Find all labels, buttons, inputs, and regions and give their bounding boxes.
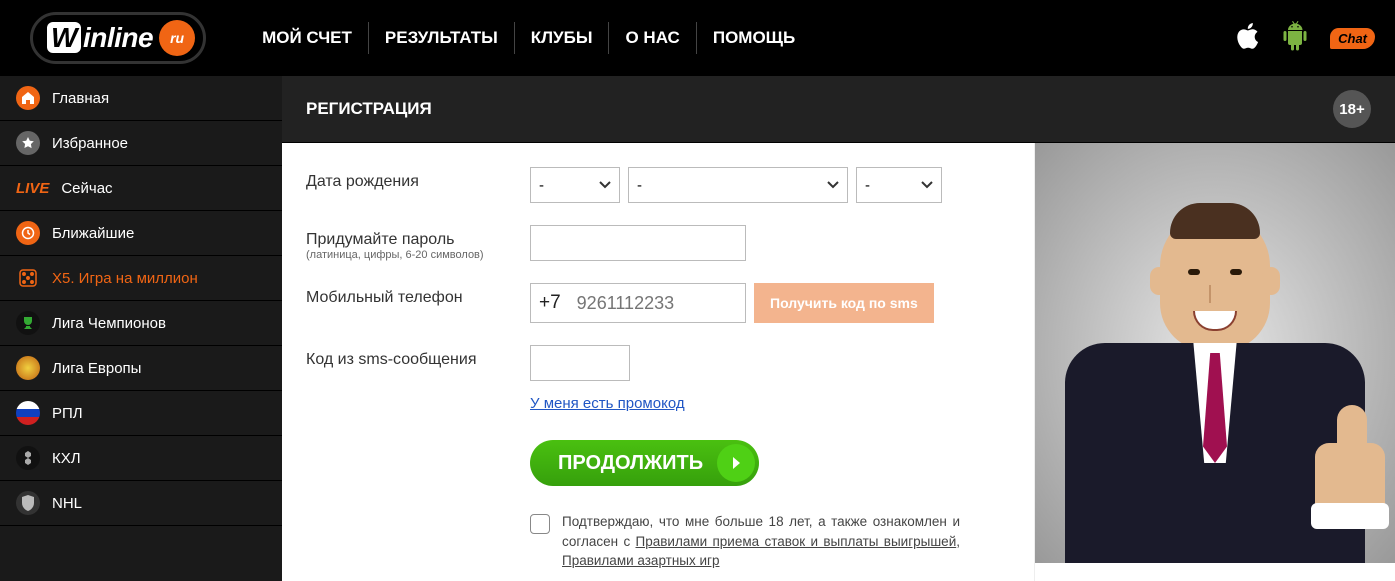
home-icon — [16, 86, 40, 110]
dice-icon — [16, 266, 40, 290]
nav-clubs[interactable]: КЛУБЫ — [515, 22, 610, 54]
sidebar-item-label: NHL — [52, 495, 82, 512]
nav-account[interactable]: МОЙ СЧЕТ — [246, 22, 369, 54]
sidebar-item-x5[interactable]: X5. Игра на миллион — [0, 256, 282, 301]
promo-person-image — [1035, 143, 1395, 563]
terms-text: Подтверждаю, что мне больше 18 лет, а та… — [562, 512, 960, 571]
continue-button[interactable]: ПРОДОЛЖИТЬ — [530, 440, 759, 486]
clock-icon — [16, 221, 40, 245]
phone-label: Мобильный телефон — [306, 283, 530, 307]
sidebar-item-home[interactable]: Главная — [0, 76, 282, 121]
star-icon — [16, 131, 40, 155]
logo[interactable]: Winline ru — [30, 15, 206, 61]
phone-prefix: +7 — [539, 292, 561, 314]
europa-icon — [16, 356, 40, 380]
sidebar-item-label: Избранное — [52, 135, 128, 152]
sidebar-item-champ-league[interactable]: Лига Чемпионов — [0, 301, 282, 346]
rules-link-2[interactable]: Правилами азартных игр — [562, 553, 719, 568]
trophy-icon — [16, 311, 40, 335]
sidebar-item-label: РПЛ — [52, 405, 83, 422]
sms-code-label: Код из sms-сообщения — [306, 345, 530, 369]
chat-icon[interactable]: Chat — [1330, 28, 1375, 49]
dob-label: Дата рождения — [306, 167, 530, 191]
nav-about[interactable]: О НАС — [609, 22, 696, 54]
terms-checkbox[interactable] — [530, 514, 550, 534]
promo-link[interactable]: У меня есть промокод — [530, 395, 685, 412]
nhl-icon — [16, 491, 40, 515]
sidebar-item-label: Главная — [52, 90, 109, 107]
rules-link-1[interactable]: Правилами приема ставок и выплаты выигры… — [636, 534, 957, 549]
nav-help[interactable]: ПОМОЩЬ — [697, 22, 811, 54]
age-badge: 18+ — [1333, 90, 1371, 128]
live-icon: LIVE — [16, 180, 49, 197]
password-label: Придумайте пароль (латиница, цифры, 6-20… — [306, 225, 530, 261]
sidebar-item-nhl[interactable]: NHL — [0, 481, 282, 526]
dob-year-select[interactable]: - — [856, 167, 942, 203]
password-hint: (латиница, цифры, 6-20 символов) — [306, 249, 530, 261]
sidebar: Главная Избранное LIVE Сейчас Ближайшие … — [0, 76, 282, 581]
sidebar-item-favorites[interactable]: Избранное — [0, 121, 282, 166]
nav-results[interactable]: РЕЗУЛЬТАТЫ — [369, 22, 515, 54]
page-title: РЕГИСТРАЦИЯ — [306, 99, 432, 119]
flag-ru-icon — [16, 401, 40, 425]
sidebar-item-europa-league[interactable]: Лига Европы — [0, 346, 282, 391]
get-sms-button[interactable]: Получить код по sms — [754, 283, 934, 323]
sidebar-item-upcoming[interactable]: Ближайшие — [0, 211, 282, 256]
sidebar-item-khl[interactable]: КХЛ — [0, 436, 282, 481]
sidebar-item-live[interactable]: LIVE Сейчас — [0, 166, 282, 211]
logo-ru-badge: ru — [159, 20, 195, 56]
khl-icon — [16, 446, 40, 470]
sidebar-item-label: КХЛ — [52, 450, 81, 467]
dob-day-select[interactable]: - — [530, 167, 620, 203]
sms-code-input[interactable] — [530, 345, 630, 381]
android-icon[interactable] — [1282, 21, 1308, 56]
sidebar-item-rpl[interactable]: РПЛ — [0, 391, 282, 436]
phone-input[interactable] — [567, 286, 717, 320]
sidebar-item-label: X5. Игра на миллион — [52, 270, 198, 287]
password-input[interactable] — [530, 225, 746, 261]
sidebar-item-label: Лига Европы — [52, 360, 141, 377]
apple-icon[interactable] — [1236, 22, 1260, 55]
sidebar-item-label: Сейчас — [61, 180, 112, 197]
dob-month-select[interactable]: - — [628, 167, 848, 203]
sidebar-item-label: Ближайшие — [52, 225, 134, 242]
main-nav: МОЙ СЧЕТ РЕЗУЛЬТАТЫ КЛУБЫ О НАС ПОМОЩЬ — [246, 22, 811, 54]
sidebar-item-label: Лига Чемпионов — [52, 315, 166, 332]
arrow-right-icon — [717, 444, 755, 482]
